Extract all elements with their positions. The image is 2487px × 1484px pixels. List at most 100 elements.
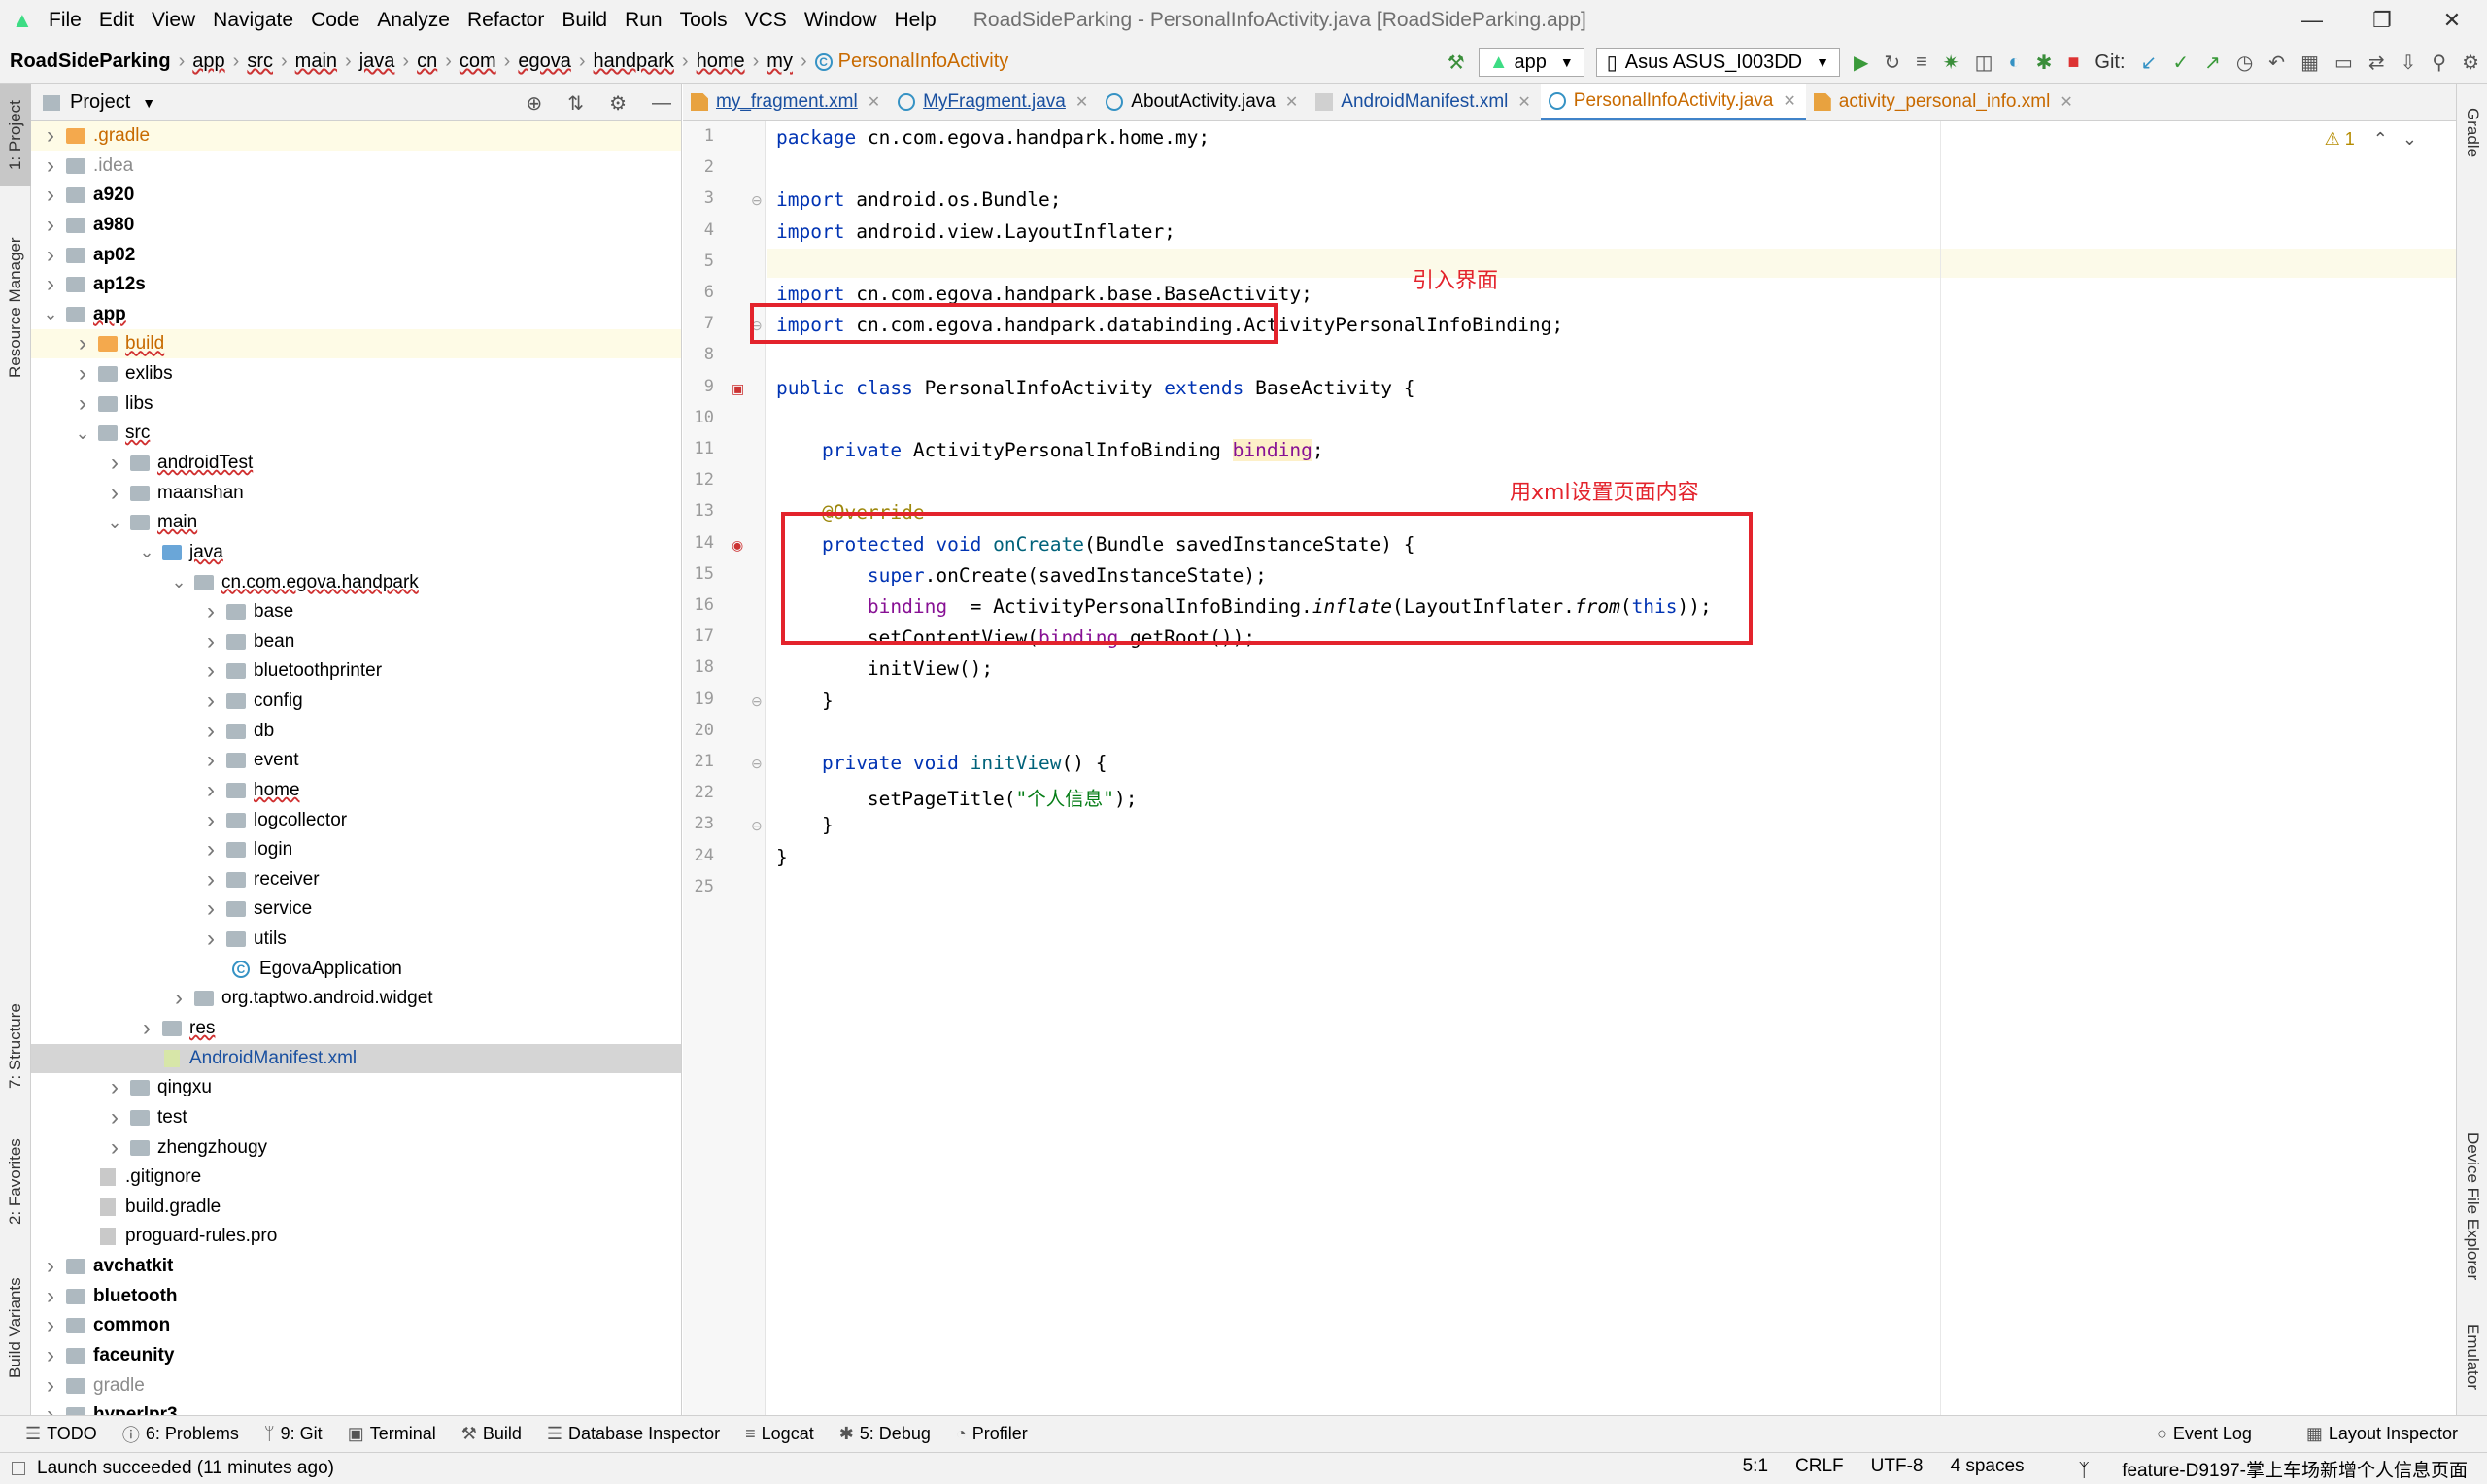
rollback-icon[interactable]: ↶	[2268, 51, 2285, 75]
tree-node[interactable]: › ap02	[31, 241, 681, 270]
tool-window-layout-inspector[interactable]: ▦ Layout Inspector	[2306, 1424, 2458, 1444]
implemented-icon[interactable]: ▣	[732, 381, 744, 397]
tree-node[interactable]: › res	[31, 1014, 681, 1043]
tree-node[interactable]: › receiver	[31, 865, 681, 894]
breadcrumb-item[interactable]: java	[359, 51, 395, 73]
attach-debugger-icon[interactable]: ✱	[2036, 51, 2053, 75]
chevron-right-icon[interactable]: ›	[201, 777, 221, 804]
chevron-right-icon[interactable]: ›	[201, 628, 221, 656]
tree-node[interactable]: › bean	[31, 627, 681, 657]
tree-node[interactable]: ⌄ main	[31, 508, 681, 537]
breadcrumb-item[interactable]: app	[192, 51, 224, 73]
fold-marker-icon[interactable]: ⊖	[751, 693, 763, 710]
tree-node[interactable]: .gitignore	[31, 1163, 681, 1192]
tree-node[interactable]: ⌄ src	[31, 419, 681, 448]
tool-window-event-log[interactable]: ○ Event Log	[2157, 1424, 2252, 1444]
menu-item-tools[interactable]: Tools	[680, 9, 728, 32]
tool-window-terminal[interactable]: ▣ Terminal	[348, 1424, 436, 1444]
chevron-right-icon[interactable]: ›	[137, 1015, 156, 1042]
editor-tab[interactable]: MyFragment.java ✕	[890, 84, 1098, 120]
chevron-right-icon[interactable]: ›	[105, 1104, 124, 1131]
tree-node[interactable]: › a920	[31, 181, 681, 210]
close-tab-icon[interactable]: ✕	[2060, 92, 2072, 112]
sdk-manager-icon[interactable]: ⇩	[2401, 51, 2417, 75]
tool-window-6-problems[interactable]: ⓘ 6: Problems	[122, 1422, 239, 1447]
gradle-tool-tab[interactable]: Gradle	[2457, 94, 2487, 172]
chevron-right-icon[interactable]: ›	[41, 271, 60, 298]
inspection-widget[interactable]: ⚠ 1 ⌃ ⌄	[2325, 129, 2417, 150]
tree-node[interactable]: › ap12s	[31, 270, 681, 299]
emulator-tool-tab[interactable]: Emulator	[2457, 1308, 2487, 1405]
menu-item-file[interactable]: File	[49, 9, 82, 32]
editor-tab[interactable]: activity_personal_info.xml ✕	[1806, 84, 2083, 120]
menu-item-refactor[interactable]: Refactor	[467, 9, 544, 32]
menu-item-edit[interactable]: Edit	[99, 9, 134, 32]
fold-marker-icon[interactable]: ⊖	[751, 756, 763, 772]
chevron-down-icon[interactable]: ⌄	[2402, 129, 2417, 149]
chevron-right-icon[interactable]: ›	[41, 1253, 60, 1280]
tree-node[interactable]: › zhengzhougy	[31, 1133, 681, 1163]
fold-marker-icon[interactable]: ⊖	[751, 818, 763, 834]
tree-node[interactable]: › androidTest	[31, 449, 681, 478]
minimize-icon[interactable]: —	[2277, 0, 2347, 41]
tree-node[interactable]: › avchatkit	[31, 1252, 681, 1281]
tree-node[interactable]: › bluetoothprinter	[31, 657, 681, 686]
menu-item-analyze[interactable]: Analyze	[377, 9, 450, 32]
menu-item-navigate[interactable]: Navigate	[213, 9, 293, 32]
file-encoding[interactable]: UTF-8	[1871, 1456, 1924, 1482]
tool-window-9-git[interactable]: ᛘ 9: Git	[264, 1424, 323, 1444]
run-config-select[interactable]: ▲ app ▼	[1478, 48, 1584, 77]
tree-node[interactable]: › org.taptwo.android.widget	[31, 984, 681, 1013]
tree-node[interactable]: › hyperlpr3	[31, 1400, 681, 1415]
breadcrumb-item[interactable]: com	[460, 51, 496, 73]
editor-tab[interactable]: AboutActivity.java ✕	[1098, 84, 1308, 120]
close-tab-icon[interactable]: ✕	[1517, 92, 1530, 112]
chevron-right-icon[interactable]: ›	[41, 1401, 60, 1415]
tree-node[interactable]: ⌄ app	[31, 300, 681, 329]
caret-position[interactable]: 5:1	[1743, 1456, 1768, 1482]
tree-node[interactable]: › utils	[31, 925, 681, 954]
breadcrumb-item[interactable]: egova	[518, 51, 571, 73]
tree-node[interactable]: › config	[31, 687, 681, 716]
project-structure-icon[interactable]: ▦	[2300, 51, 2319, 75]
git-branch[interactable]: ᛉ feature-D9197-掌上车场新增个人信息页面	[2052, 1456, 2468, 1482]
chevron-right-icon[interactable]: ›	[169, 985, 188, 1012]
tree-node[interactable]: › exlibs	[31, 359, 681, 388]
tree-node[interactable]: AndroidManifest.xml	[31, 1043, 681, 1073]
chevron-down-icon[interactable]: ⌄	[73, 423, 92, 444]
chevron-right-icon[interactable]: ›	[105, 1134, 124, 1162]
chevron-down-icon[interactable]: ⌄	[169, 572, 188, 592]
build-variants-tool-tab[interactable]: Build Variants	[0, 1260, 31, 1396]
chevron-right-icon[interactable]: ›	[41, 1312, 60, 1339]
close-tab-icon[interactable]: ✕	[1075, 92, 1088, 112]
tool-window-logcat[interactable]: ≡ Logcat	[745, 1424, 814, 1444]
history-icon[interactable]: ◷	[2236, 51, 2253, 75]
tree-node[interactable]: › build	[31, 329, 681, 359]
breadcrumb-item[interactable]: RoadSideParking	[10, 51, 171, 73]
debug-icon[interactable]: ✷	[1943, 51, 1959, 75]
apply-changes-icon[interactable]: ≡	[1916, 51, 1927, 74]
chevron-right-icon[interactable]: ›	[201, 718, 221, 745]
tree-node[interactable]: › home	[31, 776, 681, 805]
menu-item-run[interactable]: Run	[625, 9, 663, 32]
chevron-right-icon[interactable]: ›	[41, 1283, 60, 1310]
menu-item-code[interactable]: Code	[311, 9, 359, 32]
breadcrumb-item[interactable]: main	[295, 51, 337, 73]
tool-window-todo[interactable]: ☰ TODO	[25, 1424, 97, 1444]
breadcrumb-item[interactable]: home	[697, 51, 745, 73]
structure-tool-tab[interactable]: 7: Structure	[0, 988, 31, 1104]
menu-item-vcs[interactable]: VCS	[745, 9, 787, 32]
chevron-right-icon[interactable]: ›	[41, 152, 60, 180]
locate-icon[interactable]: ⊕	[527, 91, 543, 116]
tree-node[interactable]: › .gradle	[31, 121, 681, 151]
breadcrumb-item[interactable]: my	[767, 51, 793, 73]
chevron-down-icon[interactable]: ⌄	[105, 513, 124, 533]
device-select[interactable]: ▯ Asus ASUS_I003DD ▼	[1595, 48, 1840, 77]
tree-node[interactable]: build.gradle	[31, 1193, 681, 1222]
stop-icon[interactable]: ■	[2067, 51, 2079, 74]
tree-node[interactable]: › a980	[31, 211, 681, 240]
git-commit-icon[interactable]: ✓	[2172, 51, 2189, 75]
tool-window-profiler[interactable]: ◔ Profiler	[956, 1424, 1028, 1444]
line-separator[interactable]: CRLF	[1795, 1456, 1844, 1482]
chevron-right-icon[interactable]: ›	[201, 807, 221, 834]
